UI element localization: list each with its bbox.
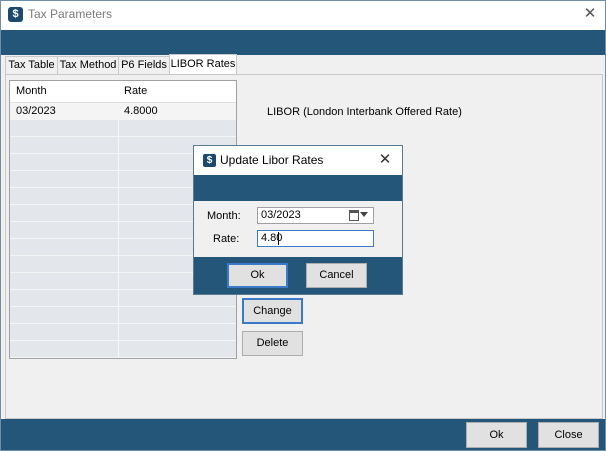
text-caret <box>278 232 279 245</box>
empty-row <box>10 341 236 358</box>
dialog-header-band <box>194 175 402 201</box>
close-icon[interactable]: ✕ <box>376 150 394 170</box>
rate-label: Rate: <box>213 233 240 245</box>
ok-button[interactable]: Ok <box>466 422 527 448</box>
app-dollar-icon <box>203 154 216 167</box>
column-header-rate[interactable]: Rate <box>118 81 236 102</box>
empty-row <box>10 120 236 137</box>
app-dollar-icon <box>8 7 23 22</box>
window-title: Tax Parameters <box>28 7 113 21</box>
delete-button[interactable]: Delete <box>242 331 303 356</box>
libor-description: LIBOR (London Interbank Offered Rate) <box>267 106 462 118</box>
calendar-icon[interactable] <box>349 210 359 221</box>
table-row[interactable]: 03/2023 4.8000 <box>10 103 236 120</box>
change-button[interactable]: Change <box>242 298 303 324</box>
empty-row <box>10 324 236 341</box>
dialog-title: Update Libor Rates <box>220 153 324 167</box>
header-band <box>1 30 605 55</box>
dialog-ok-button[interactable]: Ok <box>227 263 288 288</box>
grid-header: Month Rate <box>10 81 236 103</box>
dialog-footer-band <box>194 257 402 294</box>
dialog-cancel-button[interactable]: Cancel <box>306 263 367 288</box>
rate-value: 4.80 <box>261 232 283 244</box>
tab-libor-rates[interactable]: LIBOR Rates <box>169 54 237 74</box>
month-value: 03/2023 <box>261 209 301 221</box>
cell-rate: 4.8000 <box>124 105 158 117</box>
month-label: Month: <box>207 210 241 222</box>
tab-tax-table[interactable]: Tax Table <box>5 56 58 74</box>
column-header-month[interactable]: Month <box>10 81 118 102</box>
close-icon[interactable]: ✕ <box>580 3 600 25</box>
tab-tax-method[interactable]: Tax Method <box>57 56 119 74</box>
empty-row <box>10 307 236 324</box>
tab-p6-fields[interactable]: P6 Fields <box>118 56 170 74</box>
close-button[interactable]: Close <box>538 422 599 448</box>
update-libor-rates-dialog: Update Libor Rates ✕ Month: 03/2023 Rate… <box>193 145 403 295</box>
cell-month: 03/2023 <box>16 105 56 117</box>
chevron-down-icon[interactable] <box>360 212 368 217</box>
rate-input[interactable]: 4.80 <box>257 230 374 247</box>
